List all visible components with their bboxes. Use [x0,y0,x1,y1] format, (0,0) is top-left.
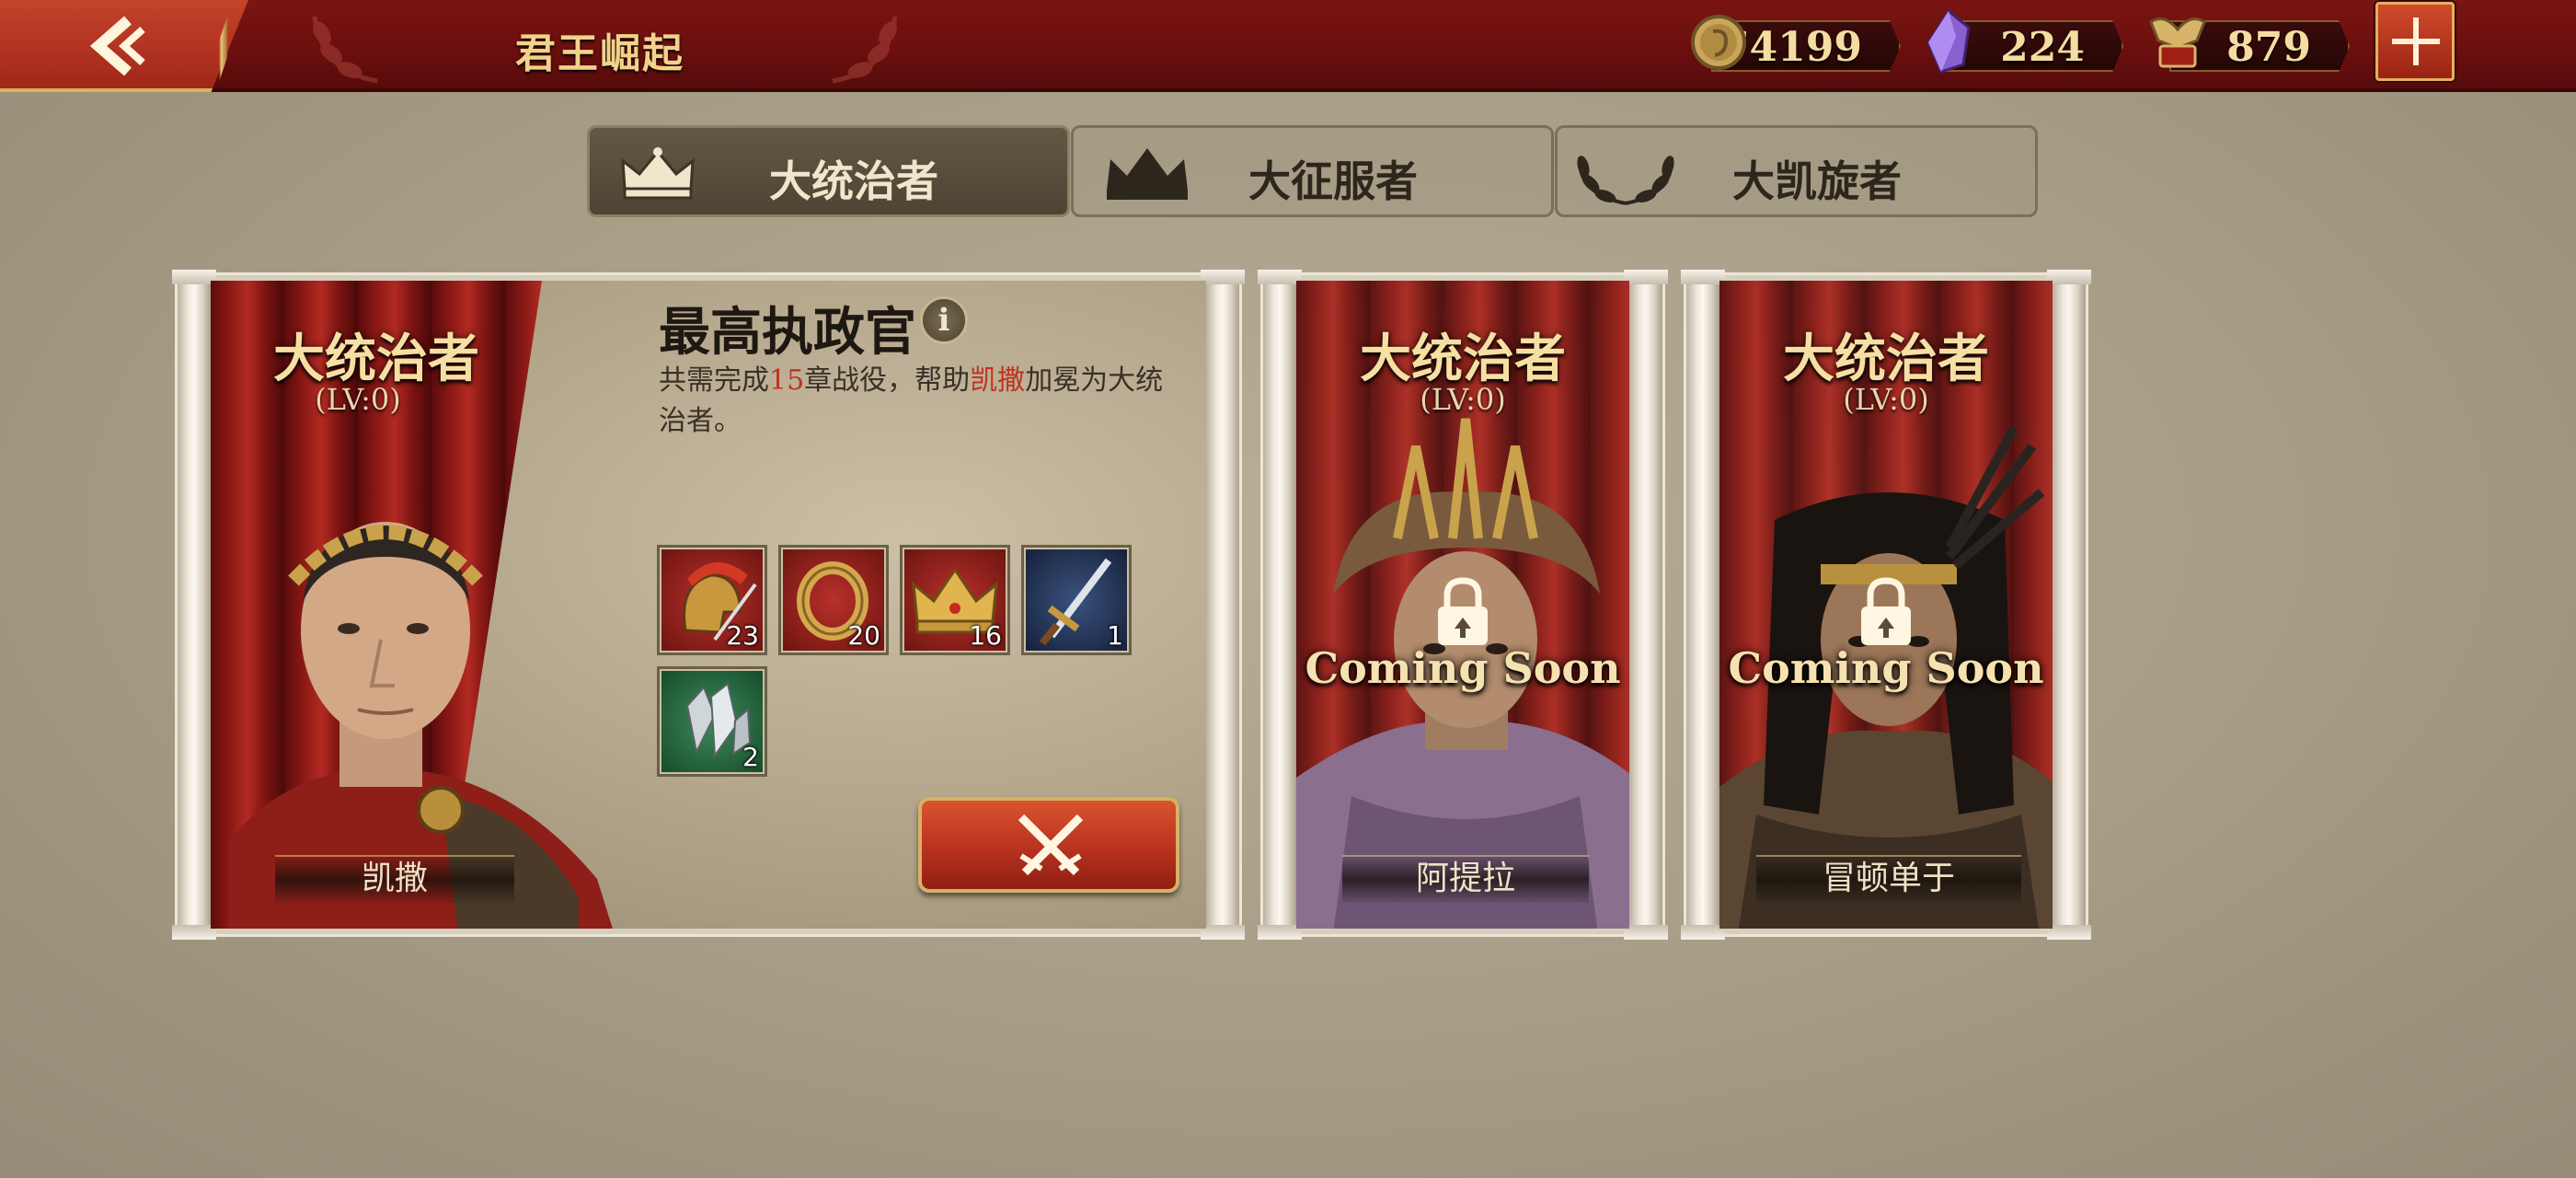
task-description: 共需完成15章战役，帮助凯撒加冕为大统治者。 [659,361,1174,442]
tab-great-ruler[interactable]: 大统治者 [587,125,1070,217]
card-background: 大统治者 (LV:0) Coming Soon 冒顿单于 [1719,281,2053,929]
reward-helmet[interactable]: 23 [657,545,767,655]
laurel-right-icon [832,16,898,84]
tab-label: 大凯旋者 [1732,156,1902,206]
desc-prefix: 共需完成 [659,364,769,397]
item-count: 2 [742,742,759,772]
pillar-left [1681,270,1725,940]
add-resource-button[interactable] [2375,2,2455,81]
reward-crown[interactable]: 16 [900,545,1010,655]
item-count: 23 [726,620,759,651]
pillar-right [1624,270,1668,940]
lock-icon [1438,577,1488,645]
pillar-left [1258,270,1302,940]
desc-num: 15 [769,364,805,397]
item-count: 20 [847,620,880,651]
item-count: 1 [1107,620,1123,651]
card-title: 大统治者 [1360,329,1566,389]
card-level: (LV:0) [1420,382,1506,417]
hero-name-plate: 凯撒 [275,855,514,903]
lock-icon [1861,577,1911,645]
reward-ring[interactable]: 20 [778,545,889,655]
coin-icon [1691,15,1746,70]
top-bar: 君王崛起 74199 224 879 [0,0,2576,96]
desc-hero: 凯撒 [970,364,1026,397]
pillar-right [1201,270,1245,940]
crown-icon [621,147,695,200]
tab-label: 大征服者 [1248,156,1418,206]
locked-card-modu[interactable]: 大统治者 (LV:0) Coming Soon 冒顿单于 [1681,270,2091,940]
rank-title: 最高执政官 [659,302,916,363]
card-level: (LV:0) [1843,382,1929,417]
back-arrow-icon [89,17,145,75]
spqr-value: 879 [2226,24,2311,71]
battle-button[interactable] [918,797,1179,893]
laurel-wreath-icon [1577,156,1674,205]
laurel-left-icon [312,16,378,84]
crossed-swords-icon [1018,814,1084,876]
locked-card-attila[interactable]: 大统治者 (LV:0) Coming Soon 阿提拉 [1258,270,1668,940]
card-level: (LV:0) [315,382,401,417]
spiked-crown-icon [1107,148,1188,200]
hero-name-plate: 阿提拉 [1342,855,1589,903]
card-title: 大统治者 [1783,329,1989,389]
gem-value: 224 [2000,24,2085,71]
reward-sword[interactable]: 1 [1021,545,1132,655]
tab-label: 大统治者 [769,156,938,206]
tab-great-conqueror[interactable]: 大征服者 [1071,125,1554,217]
card-title: 大统治者 [273,329,479,389]
eagle-icon [2149,17,2206,68]
coming-soon-label: Coming Soon [1728,643,2044,693]
gem-icon [1926,9,1971,74]
desc-mid: 章战役，帮助 [804,364,971,397]
reward-crystal[interactable]: 2 [657,666,767,777]
item-count: 16 [969,620,1002,651]
card-background: 大统治者 (LV:0) Coming Soon 阿提拉 [1296,281,1629,929]
pillar-left [172,270,216,940]
info-icon[interactable]: i [920,296,968,344]
pillar-right [2047,270,2091,940]
hero-name-plate: 冒顿单于 [1756,855,2021,903]
page-title: 君王崛起 [515,30,684,77]
tab-great-triumphant[interactable]: 大凯旋者 [1555,125,2038,217]
coming-soon-label: Coming Soon [1305,643,1621,693]
